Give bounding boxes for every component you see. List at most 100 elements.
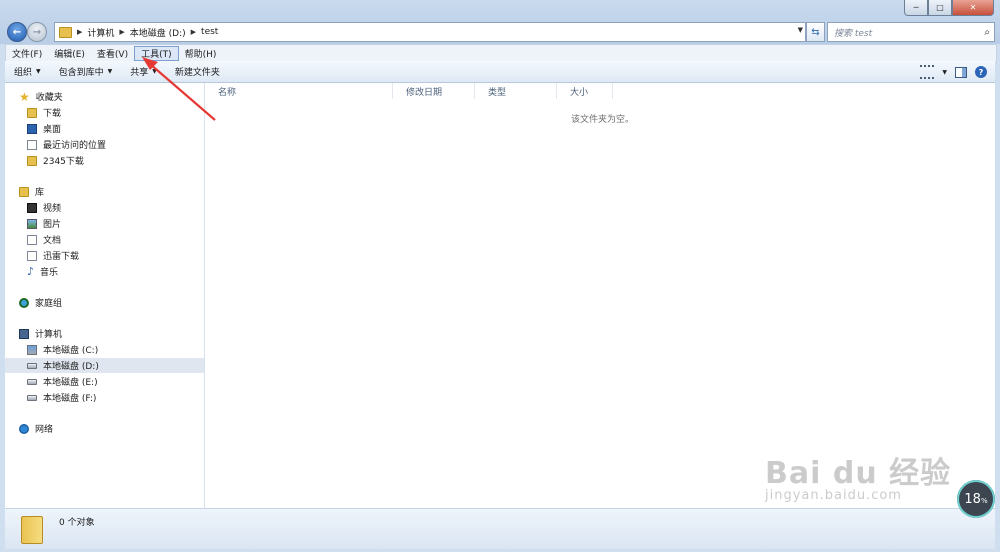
breadcrumb-computer[interactable]: 计算机 — [87, 26, 114, 39]
column-name[interactable]: 名称 — [205, 83, 393, 99]
include-library-button[interactable]: 包含到库中 ▼ — [50, 65, 122, 78]
maximize-button[interactable]: □ — [928, 0, 952, 16]
explorer-window: ─ □ ✕ ← → ▶ 计算机 ▶ 本地磁盘 (D:) ▶ test ▼ ⇆ 搜… — [0, 0, 1000, 552]
menu-tools[interactable]: 工具(T) — [134, 46, 179, 61]
command-bar: 组织 ▼ 包含到库中 ▼ 共享 ▼ 新建文件夹 ▼ ? — [5, 61, 995, 83]
chevron-down-icon[interactable]: ▼ — [798, 26, 803, 34]
recent-places-icon — [27, 139, 37, 150]
drive-icon — [27, 378, 37, 385]
search-box[interactable]: 搜索 test ⌕ — [827, 22, 995, 42]
chevron-down-icon[interactable]: ▼ — [942, 69, 947, 76]
column-modified[interactable]: 修改日期 — [393, 83, 475, 99]
chevron-right-icon[interactable]: ▶ — [191, 28, 196, 36]
nav-item-drive-d[interactable]: 本地磁盘 (D:) — [5, 358, 204, 373]
address-bar[interactable]: ▶ 计算机 ▶ 本地磁盘 (D:) ▶ test ▼ — [54, 22, 806, 42]
folder-icon — [21, 516, 43, 544]
new-folder-label: 新建文件夹 — [174, 68, 220, 78]
breadcrumb-drive-d[interactable]: 本地磁盘 (D:) — [130, 26, 186, 39]
nav-item-videos[interactable]: 视频 — [27, 200, 61, 215]
progress-badge: 18% — [957, 480, 995, 518]
view-controls: ▼ ? — [912, 65, 987, 79]
nav-item-drive-f[interactable]: 本地磁盘 (F:) — [27, 390, 96, 405]
nav-item-pictures[interactable]: 图片 — [27, 216, 61, 231]
search-input[interactable]: 搜索 test — [834, 26, 984, 39]
close-button[interactable]: ✕ — [952, 0, 994, 16]
share-button[interactable]: 共享 ▼ — [121, 65, 166, 78]
refresh-icon: ⇆ — [811, 26, 820, 38]
homegroup-icon — [19, 297, 29, 308]
arrow-left-icon: ← — [12, 26, 22, 38]
nav-item-label: 音乐 — [40, 268, 59, 278]
video-icon — [27, 202, 37, 213]
chevron-down-icon: ▼ — [107, 68, 113, 75]
nav-network[interactable]: 网络 — [19, 421, 53, 436]
breadcrumb: ▶ 计算机 ▶ 本地磁盘 (D:) ▶ test — [72, 26, 218, 39]
library-icon — [19, 186, 29, 197]
nav-item-label: 桌面 — [43, 125, 62, 135]
nav-item-documents[interactable]: 文档 — [27, 232, 61, 247]
share-label: 共享 — [130, 68, 149, 78]
menu-view[interactable]: 查看(V) — [91, 47, 134, 60]
nav-item-drive-e[interactable]: 本地磁盘 (E:) — [27, 374, 98, 389]
column-size[interactable]: 大小 — [557, 83, 613, 99]
picture-icon — [27, 218, 37, 229]
menu-edit[interactable]: 编辑(E) — [48, 47, 91, 60]
nav-libraries[interactable]: 库 — [19, 184, 44, 199]
nav-item-2345[interactable]: 2345下载 — [27, 153, 84, 168]
nav-item-label: 迅雷下载 — [43, 252, 80, 262]
nav-item-label: 本地磁盘 (E:) — [43, 378, 98, 388]
organize-label: 组织 — [14, 68, 33, 78]
nav-item-desktop[interactable]: 桌面 — [27, 121, 61, 136]
drive-icon — [27, 362, 37, 369]
nav-item-label: 最近访问的位置 — [43, 141, 107, 151]
desktop-icon — [27, 123, 37, 134]
network-icon — [19, 423, 29, 434]
chevron-down-icon: ▼ — [36, 68, 41, 75]
nav-item-drive-c[interactable]: 本地磁盘 (C:) — [27, 342, 98, 357]
nav-homegroup[interactable]: 家庭组 — [19, 295, 62, 310]
item-count: 0 个对象 — [59, 518, 95, 528]
breadcrumb-test[interactable]: test — [201, 27, 218, 37]
nav-item-label: 本地磁盘 (C:) — [43, 346, 99, 356]
include-library-label: 包含到库中 — [58, 68, 104, 78]
refresh-button[interactable]: ⇆ — [806, 22, 825, 42]
baidu-watermark: Bai du 经验 jingyan.baidu.com — [765, 448, 951, 503]
title-bar: ─ □ ✕ ← → ▶ 计算机 ▶ 本地磁盘 (D:) ▶ test ▼ ⇆ 搜… — [0, 0, 1000, 44]
preview-pane-icon[interactable] — [955, 66, 967, 78]
nav-item-label: 文档 — [43, 236, 62, 246]
navigation-pane: ★ 收藏夹 下载 桌面 最近访问的位置 2345下载 库 视频 图片 文档 迅雷下… — [5, 83, 205, 508]
search-icon[interactable]: ⌕ — [984, 27, 990, 38]
drive-icon — [27, 394, 37, 401]
system-drive-icon — [27, 344, 37, 355]
nav-favorites[interactable]: ★ 收藏夹 — [19, 89, 63, 104]
nav-libraries-label: 库 — [35, 188, 45, 198]
badge-unit: % — [980, 497, 988, 505]
minimize-button[interactable]: ─ — [904, 0, 928, 16]
help-icon[interactable]: ? — [975, 66, 987, 78]
chevron-right-icon[interactable]: ▶ — [119, 28, 124, 36]
view-options-icon[interactable] — [920, 65, 935, 79]
folder-icon — [59, 26, 72, 38]
nav-item-label: 下载 — [43, 109, 62, 119]
file-list[interactable]: 名称 修改日期 类型 大小 该文件夹为空。 — [205, 83, 995, 508]
nav-item-recent[interactable]: 最近访问的位置 — [27, 137, 106, 152]
menu-help[interactable]: 帮助(H) — [179, 47, 223, 60]
arrow-right-icon: → — [32, 26, 42, 38]
menu-file[interactable]: 文件(F) — [6, 47, 48, 60]
organize-button[interactable]: 组织 ▼ — [5, 65, 50, 78]
column-type[interactable]: 类型 — [475, 83, 557, 99]
nav-item-label: 2345下载 — [43, 157, 84, 167]
nav-item-thunder[interactable]: 迅雷下载 — [27, 248, 79, 263]
nav-network-label: 网络 — [35, 425, 54, 435]
music-icon: ♪ — [27, 264, 35, 278]
chevron-right-icon: ▶ — [77, 28, 83, 36]
nav-item-music[interactable]: ♪ 音乐 — [27, 264, 58, 279]
nav-computer[interactable]: 计算机 — [19, 326, 62, 341]
back-button[interactable]: ← — [7, 22, 27, 42]
nav-homegroup-label: 家庭组 — [35, 299, 63, 309]
empty-folder-message: 该文件夹为空。 — [571, 115, 635, 125]
nav-item-downloads[interactable]: 下载 — [27, 105, 61, 120]
new-folder-button[interactable]: 新建文件夹 — [166, 65, 229, 78]
download-folder-icon — [27, 107, 37, 118]
forward-button[interactable]: → — [27, 22, 47, 42]
